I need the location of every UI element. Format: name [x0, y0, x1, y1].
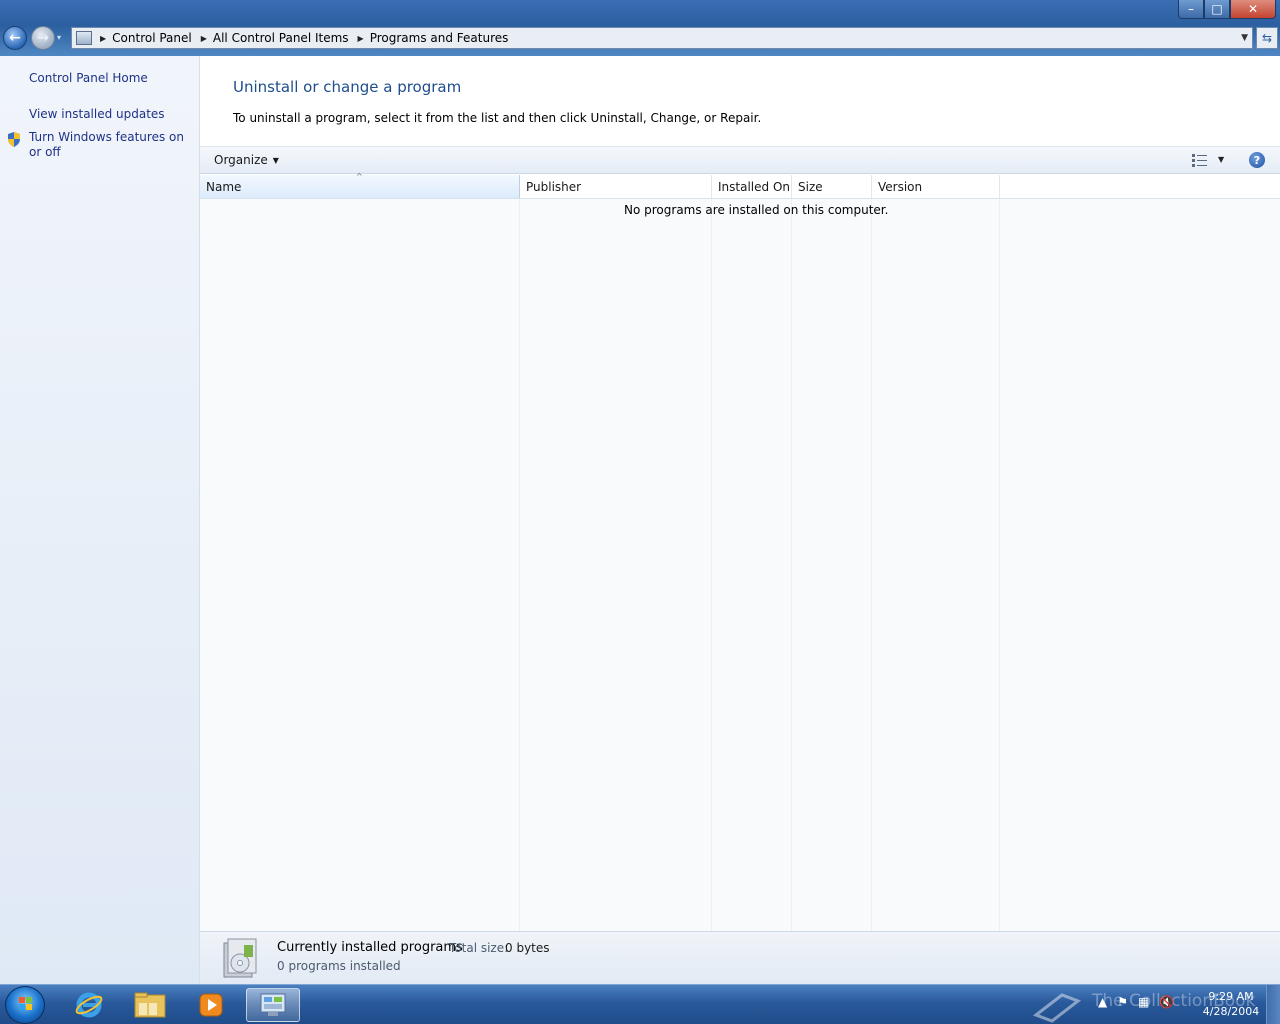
page-title: Uninstall or change a program	[233, 78, 462, 96]
column-label: Name	[206, 180, 242, 194]
sort-ascending-icon: ^	[356, 172, 363, 181]
empty-list-message: No programs are installed on this comput…	[624, 203, 889, 217]
program-list[interactable]: No programs are installed on this comput…	[200, 199, 1280, 931]
breadcrumb-all-control-panel-items[interactable]: All Control Panel Items	[213, 31, 349, 45]
action-center-flag-icon[interactable]: ⚑	[1117, 995, 1128, 1009]
column-header-version[interactable]: Version	[872, 175, 1000, 198]
windows-logo-icon	[19, 997, 32, 1010]
clock-time: 9:29 AM	[1208, 990, 1254, 1003]
column-header-publisher[interactable]: Publisher	[520, 175, 712, 198]
shield-icon	[8, 132, 20, 147]
turn-windows-features-link[interactable]: Turn Windows features on or off	[29, 130, 194, 160]
notification-area: ▲ ⚑ ▦ 🔇	[1098, 995, 1174, 1009]
address-bar[interactable]: ▶ Control Panel ▶ All Control Panel Item…	[71, 27, 1253, 49]
forward-button[interactable]: →	[31, 26, 55, 50]
column-divider	[519, 199, 520, 931]
internet-explorer-glyph	[75, 992, 103, 1018]
breadcrumb-separator[interactable]: ▶	[358, 34, 364, 43]
organize-menu[interactable]: Organize ▼	[214, 153, 279, 167]
column-header-size[interactable]: Size	[792, 175, 872, 198]
column-header-installed-on[interactable]: Installed On	[712, 175, 792, 198]
details-pane: Currently installed programs Total size:…	[200, 931, 1280, 984]
column-divider	[791, 199, 792, 931]
system-clock[interactable]: 9:29 AM 4/28/2004	[1196, 989, 1266, 1019]
media-player-glyph	[199, 993, 223, 1017]
watermark-logo	[1032, 993, 1082, 1023]
column-divider	[999, 199, 1000, 931]
breadcrumb-separator[interactable]: ▶	[201, 34, 207, 43]
start-button[interactable]	[5, 986, 45, 1024]
page-description: To uninstall a program, select it from t…	[233, 111, 762, 125]
show-desktop-button[interactable]	[1266, 985, 1280, 1024]
folder-glyph	[134, 992, 166, 1018]
view-installed-updates-link[interactable]: View installed updates	[29, 107, 165, 122]
volume-muted-icon[interactable]: 🔇	[1159, 995, 1174, 1009]
change-view-icon[interactable]	[1192, 154, 1208, 167]
main-content: Uninstall or change a program To uninsta…	[200, 56, 1280, 984]
refresh-button[interactable]: ⇆	[1256, 27, 1278, 49]
breadcrumb-control-panel[interactable]: Control Panel	[112, 31, 192, 45]
command-bar: Organize ▼ ▼ ?	[200, 146, 1280, 174]
task-pane: Control Panel Home View installed update…	[0, 56, 200, 984]
control-panel-taskbar-button[interactable]	[246, 988, 300, 1022]
help-button[interactable]: ?	[1249, 152, 1265, 168]
recent-pages-dropdown[interactable]: ▾	[57, 33, 67, 43]
organize-label: Organize	[214, 153, 268, 167]
list-header: ^ Name Publisher Installed On Size Versi…	[200, 172, 1280, 199]
breadcrumb-programs-and-features[interactable]: Programs and Features	[370, 31, 509, 45]
internet-explorer-icon[interactable]	[62, 988, 116, 1022]
window-controls: – □ ✕	[1178, 0, 1276, 20]
clock-date: 4/28/2004	[1202, 1005, 1260, 1018]
details-title: Currently installed programs	[277, 940, 463, 955]
programs-count: 0 programs installed	[277, 959, 401, 973]
total-size-label: Total size:	[449, 941, 509, 955]
address-history-dropdown[interactable]: ▼	[1241, 33, 1248, 43]
back-button[interactable]: ←	[3, 26, 27, 50]
taskbar: The CollectionBook ▲ ⚑ ▦ 🔇 9:29 AM 4/28/…	[0, 984, 1280, 1024]
column-header-name[interactable]: ^ Name	[200, 172, 520, 198]
windows-explorer-icon[interactable]	[123, 988, 177, 1022]
control-panel-home-link[interactable]: Control Panel Home	[29, 71, 148, 86]
minimize-button[interactable]: –	[1178, 0, 1204, 19]
network-icon[interactable]: ▦	[1138, 995, 1149, 1009]
media-player-icon[interactable]	[184, 988, 238, 1022]
column-divider	[871, 199, 872, 931]
close-button[interactable]: ✕	[1230, 0, 1276, 19]
control-panel-glyph	[260, 993, 286, 1016]
views-dropdown[interactable]: ▼	[1218, 155, 1224, 164]
maximize-button[interactable]: □	[1204, 0, 1230, 19]
programs-installer-icon	[223, 938, 257, 978]
control-panel-icon	[76, 31, 92, 45]
chevron-down-icon: ▼	[272, 156, 279, 165]
column-divider	[711, 199, 712, 931]
breadcrumb-separator[interactable]: ▶	[100, 34, 106, 43]
total-size-value: 0 bytes	[505, 941, 550, 955]
window-titlebar: – □ ✕ ← → ▾ ▶ Control Panel ▶ All Contro…	[0, 0, 1280, 56]
show-hidden-icons-icon[interactable]: ▲	[1098, 995, 1107, 1009]
